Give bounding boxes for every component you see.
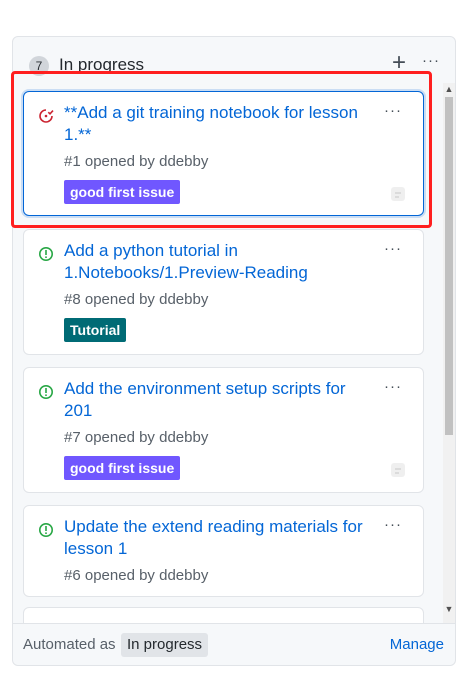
- issue-card[interactable]: Add a python tutorial in 1.Notebooks/1.P…: [23, 229, 424, 355]
- label-badge[interactable]: good first issue: [64, 456, 181, 480]
- card-menu-icon[interactable]: ···: [381, 516, 405, 534]
- scroll-thumb[interactable]: [445, 97, 453, 435]
- card-menu-icon[interactable]: ···: [381, 378, 405, 396]
- opened-by-text: opened by: [84, 291, 155, 308]
- author-link[interactable]: ddebby: [159, 153, 208, 170]
- issue-title-link[interactable]: Update the extend reading materials for …: [64, 516, 364, 560]
- column-footer: Automated as In progress Manage: [13, 623, 455, 665]
- project-column: 7 In progress + ··· **Add a git training…: [12, 36, 456, 666]
- card-list: **Add a git training notebook for lesson…: [13, 83, 443, 623]
- card-menu-icon[interactable]: ···: [381, 240, 405, 258]
- scroll-up-arrow-icon[interactable]: ▲: [443, 83, 455, 95]
- author-link[interactable]: ddebby: [159, 291, 208, 308]
- automation-badge: In progress: [121, 633, 209, 657]
- issue-opened-icon: [39, 385, 53, 399]
- issue-meta: #1 opened by ddebby: [64, 152, 208, 172]
- opened-by-text: opened by: [84, 567, 155, 584]
- automation-text: Automated as: [23, 636, 116, 653]
- avatar[interactable]: [387, 183, 409, 205]
- issue-title-link[interactable]: Add a python tutorial in 1.Notebooks/1.P…: [64, 240, 364, 284]
- issue-number: #6: [64, 567, 81, 584]
- issue-meta: #7 opened by ddebby: [64, 428, 208, 448]
- kebab-horizontal-icon[interactable]: ···: [419, 51, 443, 71]
- scroll-down-arrow-icon[interactable]: ▼: [443, 603, 455, 615]
- author-link[interactable]: ddebby: [159, 429, 208, 446]
- issue-meta: #8 opened by ddebby: [64, 290, 208, 310]
- issue-opened-icon: [39, 523, 53, 537]
- issue-title-link[interactable]: **Add a git training notebook for lesson…: [64, 102, 364, 146]
- issue-card[interactable]: **Add a git training notebook for lesson…: [23, 91, 424, 216]
- column-title: In progress: [59, 55, 145, 74]
- issue-closed-icon: [39, 109, 54, 123]
- card-count-badge: 7: [29, 56, 49, 76]
- opened-by-text: opened by: [84, 153, 155, 170]
- issue-number: #7: [64, 429, 81, 446]
- issue-meta: #6 opened by ddebby: [64, 566, 208, 586]
- issue-number: #1: [64, 153, 81, 170]
- plus-icon[interactable]: +: [387, 51, 411, 76]
- column-header: 7 In progress + ···: [13, 37, 455, 83]
- issue-card[interactable]: [23, 607, 424, 623]
- label-badge[interactable]: Tutorial: [64, 318, 127, 342]
- issue-card[interactable]: Update the extend reading materials for …: [23, 505, 424, 597]
- card-menu-icon[interactable]: ···: [381, 102, 405, 120]
- label-badge[interactable]: good first issue: [64, 180, 181, 204]
- issue-number: #8: [64, 291, 81, 308]
- avatar[interactable]: [387, 459, 409, 481]
- author-link[interactable]: ddebby: [159, 567, 208, 584]
- issue-card[interactable]: Add the environment setup scripts for 20…: [23, 367, 424, 493]
- vertical-scrollbar[interactable]: ▲ ▼: [443, 83, 455, 623]
- opened-by-text: opened by: [84, 429, 155, 446]
- manage-link[interactable]: Manage: [390, 635, 444, 655]
- issue-opened-icon: [39, 247, 53, 261]
- issue-title-link[interactable]: Add the environment setup scripts for 20…: [64, 378, 364, 422]
